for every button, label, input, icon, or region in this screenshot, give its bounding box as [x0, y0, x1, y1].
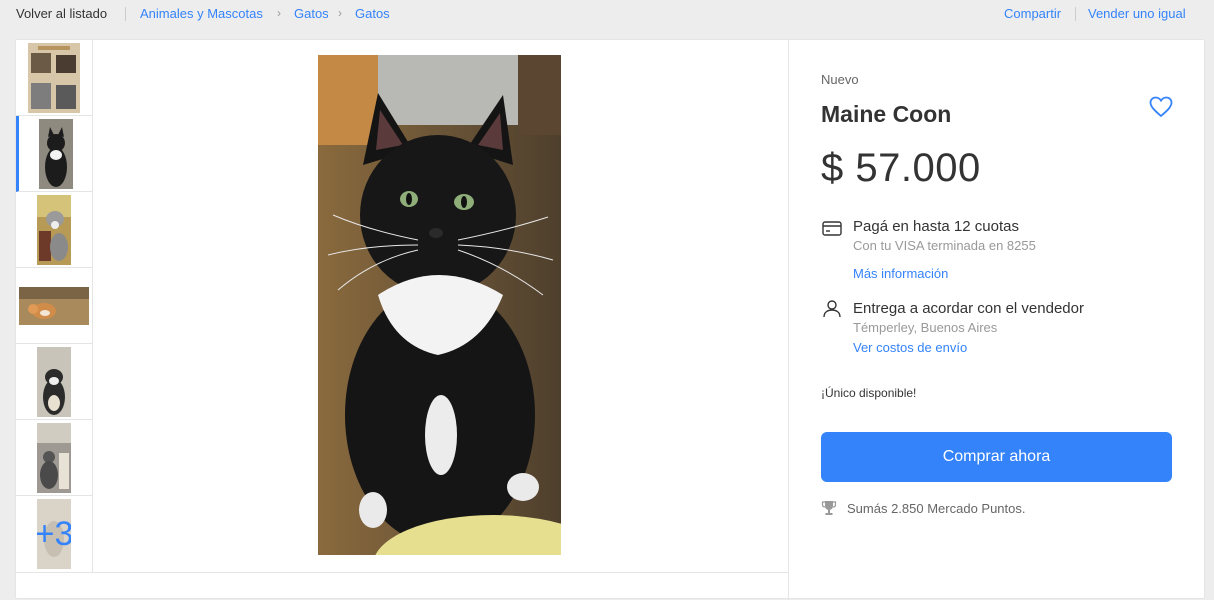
thumbnail-4[interactable]	[16, 268, 92, 344]
more-photos-count: +3	[37, 514, 71, 553]
breadcrumb-chevron-icon: ›	[277, 6, 281, 20]
favorite-heart-icon[interactable]	[1149, 96, 1173, 118]
nav-divider	[125, 7, 126, 21]
column-divider	[788, 40, 789, 600]
thumbnail-image	[19, 286, 89, 325]
installments-card-info: Con tu VISA terminada en 8255	[853, 238, 1036, 253]
thumbnail-5[interactable]	[16, 344, 92, 420]
thumbnail-image	[37, 346, 71, 417]
mercado-points-text: Sumás 2.850 Mercado Puntos.	[847, 501, 1026, 516]
thumbnail-image	[38, 118, 73, 189]
buy-now-button[interactable]: Comprar ahora	[821, 432, 1172, 482]
product-condition: Nuevo	[821, 72, 859, 87]
product-price: $ 57.000	[821, 146, 981, 190]
more-info-link[interactable]: Más información	[853, 266, 948, 281]
installments-title: Pagá en hasta 12 cuotas	[853, 218, 1019, 235]
person-icon	[823, 300, 841, 318]
shipping-costs-link[interactable]: Ver costos de envío	[853, 340, 967, 355]
product-card: +3 Nuevo Maine Coon $ 57.000 Pagá en has…	[15, 39, 1205, 600]
breadcrumb-chevron-icon: ›	[338, 6, 342, 20]
nav-divider	[1075, 7, 1076, 21]
breadcrumb-gatos-current[interactable]: Gatos	[355, 6, 390, 21]
trophy-icon	[821, 501, 837, 515]
back-to-listing-link[interactable]: Volver al listado	[16, 6, 107, 21]
credit-card-icon	[822, 221, 842, 236]
thumbnail-image	[37, 194, 71, 265]
delivery-location: Témperley, Buenos Aires	[853, 320, 998, 335]
top-navigation: Volver al listado Animales y Mascotas › …	[0, 0, 1214, 28]
breadcrumb-gatos[interactable]: Gatos	[294, 6, 329, 21]
thumbnail-more[interactable]: +3	[16, 496, 92, 572]
gallery-bottom-divider	[16, 572, 788, 573]
thumbnail-image	[37, 422, 71, 493]
thumbnail-1[interactable]	[16, 40, 92, 116]
stock-status: ¡Único disponible!	[821, 386, 917, 400]
thumbnail-6[interactable]	[16, 420, 92, 496]
sell-similar-link[interactable]: Vender uno igual	[1088, 6, 1186, 21]
thumbnail-image	[28, 42, 80, 113]
thumbnail-image: +3	[37, 499, 71, 569]
breadcrumb-animales-y-mascotas[interactable]: Animales y Mascotas	[140, 6, 263, 21]
thumbnail-gallery: +3	[16, 40, 93, 572]
share-link[interactable]: Compartir	[1004, 6, 1061, 21]
thumbnail-2[interactable]	[16, 116, 92, 192]
delivery-title: Entrega a acordar con el vendedor	[853, 300, 1084, 317]
product-title: Maine Coon	[821, 101, 952, 127]
thumbnail-3[interactable]	[16, 192, 92, 268]
main-product-photo[interactable]	[318, 55, 561, 555]
